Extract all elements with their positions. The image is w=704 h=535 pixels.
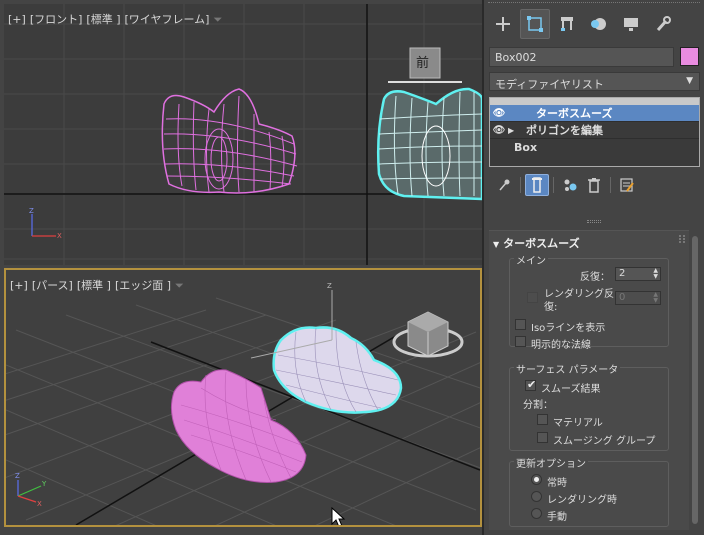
front-grid: Z X	[4, 4, 482, 265]
svg-text:X: X	[37, 500, 42, 508]
panel-scrollbar[interactable]	[692, 236, 698, 524]
collapse-triangle-icon[interactable]: ▼	[493, 240, 499, 249]
wire-object-selected	[376, 87, 482, 201]
update-always-label: 常時	[547, 478, 567, 489]
render-iters-checkbox[interactable]	[527, 292, 538, 303]
object-name-field[interactable]: Box002	[489, 47, 674, 67]
display-icon[interactable]	[616, 9, 646, 39]
update-rendering-radio[interactable]	[531, 491, 542, 502]
group-title: メイン	[514, 252, 548, 267]
smoothing-groups-checkbox[interactable]	[537, 432, 548, 443]
pin-stack-icon[interactable]	[492, 174, 516, 196]
isoline-checkbox[interactable]	[515, 319, 526, 330]
utilities-icon[interactable]	[648, 9, 678, 39]
stack-item-label: ターボスムーズ	[536, 107, 613, 120]
divider	[553, 177, 554, 193]
stack-toolbar	[492, 174, 692, 196]
update-rendering-label: レンダリング時	[547, 495, 617, 506]
viewport-front-label[interactable]: [+] [フロント] [標準 ] [ワイヤフレーム] ⏷	[8, 11, 226, 27]
trash-icon[interactable]	[582, 174, 606, 196]
expand-triangle-icon[interactable]: ▶	[508, 126, 520, 135]
surface-params-group: サーフェス パラメータ ✔ スムーズ結果 分割： マテリアル スムージング グル…	[509, 361, 669, 451]
group-title: サーフェス パラメータ	[514, 361, 621, 376]
isoline-label: Isoラインを表示	[531, 323, 606, 334]
spinner-arrows-icon[interactable]: ▲ ▼	[653, 268, 658, 280]
stack-item-turbosmooth[interactable]: 👁 ターボスムーズ	[490, 105, 699, 122]
hierarchy-icon[interactable]	[552, 9, 582, 39]
viewport-front[interactable]: Z X [+] [フロント] [標準 ] [ワイヤフレーム] ⏷ 前	[4, 4, 482, 265]
scrollbar-thumb[interactable]	[692, 236, 698, 524]
explicit-normals-checkbox[interactable]	[515, 336, 526, 347]
axis-gizmo-front: Z X	[29, 207, 62, 240]
eye-icon[interactable]: 👁	[490, 125, 508, 136]
eye-icon[interactable]: 👁	[490, 108, 508, 119]
smooth-result-checkbox[interactable]: ✔	[525, 378, 537, 391]
divider	[610, 177, 611, 193]
checkmark-icon: ✔	[527, 378, 537, 391]
modifier-list-dropdown[interactable]: モディファイヤリスト ▼	[489, 72, 700, 91]
smooth-result-label: スムーズ結果	[541, 384, 601, 395]
stack-item-edit-poly[interactable]: 👁 ▶ ポリゴンを編集	[490, 122, 699, 139]
modifier-list-label: モディファイヤリスト	[495, 78, 604, 91]
configure-modifier-sets-icon[interactable]	[615, 174, 639, 196]
viewport-persp-label[interactable]: [+] [パース] [標準 ] [エッジ面 ] ⏷	[10, 277, 188, 293]
explicit-normals-label: 明示的な法線	[531, 340, 591, 351]
svg-text:Z: Z	[29, 207, 34, 215]
svg-text:Z: Z	[15, 472, 20, 480]
svg-text:Y: Y	[41, 480, 47, 488]
make-unique-icon[interactable]	[558, 174, 582, 196]
viewport-perspective[interactable]: Z Z Y X [+] [パース] [標準 ] [エッジ面 ] ⏷	[4, 268, 482, 527]
iterations-value[interactable]: 2	[619, 268, 625, 279]
render-iters-label-2: 復:	[544, 302, 558, 313]
show-end-result-icon[interactable]	[525, 174, 549, 196]
rollout-grip[interactable]	[679, 235, 685, 243]
iterations-label: 反復：	[580, 272, 610, 283]
render-iters-spinner[interactable]: 0 ▲ ▼	[615, 291, 661, 305]
group-title: 更新オプション	[514, 455, 588, 470]
motion-icon[interactable]	[584, 9, 614, 39]
stack-item-box[interactable]: Box	[490, 139, 699, 156]
shaded-object-selected	[272, 326, 403, 414]
wire-object-pink	[161, 88, 298, 194]
update-options-group: 更新オプション 常時 レンダリング時 手動	[509, 455, 669, 527]
viewcube-front-face-label[interactable]: 前	[416, 52, 429, 71]
separate-label: 分割：	[523, 400, 553, 411]
viewcube-perspective	[392, 311, 464, 358]
iterations-spinner[interactable]: 2 ▲ ▼	[615, 267, 661, 281]
update-manually-radio[interactable]	[531, 508, 542, 519]
perspective-grid: Z Z Y X	[6, 282, 480, 525]
filter-icon[interactable]: ⏷	[213, 13, 222, 26]
stack-item-label: ポリゴンを編集	[526, 124, 603, 137]
spinner-arrows-icon[interactable]: ▲ ▼	[653, 292, 658, 304]
smoothing-groups-label: スムージング グループ	[553, 436, 656, 447]
materials-label: マテリアル	[553, 418, 603, 429]
render-iters-value[interactable]: 0	[619, 292, 625, 303]
rollout-header[interactable]: ▼ ターボスムーズ	[493, 235, 580, 251]
filter-icon[interactable]: ⏷	[175, 279, 184, 292]
object-color-swatch[interactable]	[680, 47, 699, 66]
svg-text:Z: Z	[327, 282, 332, 290]
axis-gizmo-perspective: Z Y X	[15, 472, 47, 508]
stack-item-label: Box	[514, 141, 538, 154]
mouse-cursor	[331, 506, 346, 525]
rollout-title: ターボスムーズ	[503, 237, 580, 250]
update-manually-label: 手動	[547, 512, 567, 523]
modifier-stack[interactable]: 👁 ターボスムーズ 👁 ▶ ポリゴンを編集 Box	[489, 97, 700, 167]
materials-checkbox[interactable]	[537, 414, 548, 425]
divider	[520, 177, 521, 193]
turbosmooth-rollout: ▼ ターボスムーズ メイン 反復： 2 ▲ ▼ レンダリング反 復: 0 ▲ ▼ Is…	[489, 230, 689, 530]
command-panel: Box002 モディファイヤリスト ▼ 👁 ターボスムーズ 👁 ▶ ポリゴンを編…	[484, 0, 704, 535]
modifier-stack-header	[490, 98, 699, 105]
command-panel-tabs	[484, 6, 704, 42]
panel-resize-handle[interactable]	[587, 220, 601, 223]
panel-grip[interactable]	[488, 2, 700, 5]
update-always-radio[interactable]	[531, 474, 542, 485]
modify-icon[interactable]	[520, 9, 550, 39]
chevron-down-icon: ▼	[686, 76, 693, 86]
create-icon[interactable]	[488, 9, 518, 39]
svg-text:X: X	[57, 232, 62, 240]
